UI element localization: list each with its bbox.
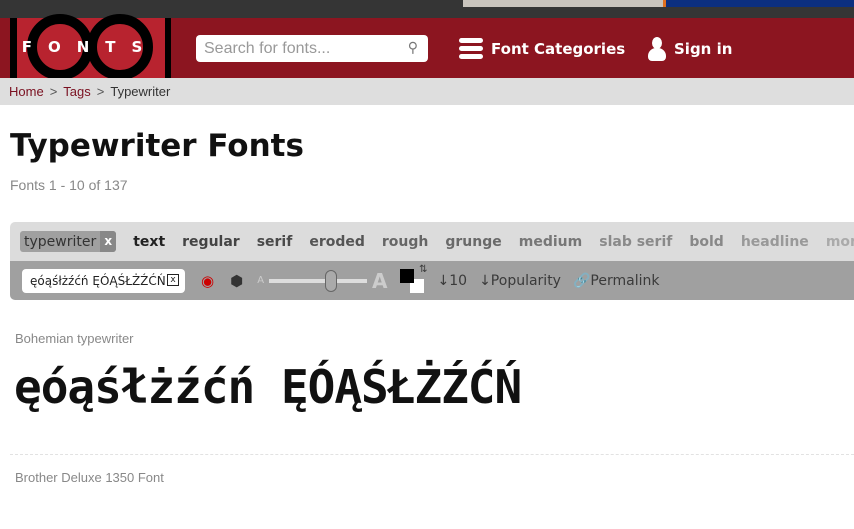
size-large-label: A xyxy=(372,268,388,293)
size-slider[interactable]: A A xyxy=(257,269,387,293)
search-icon[interactable]: ⚲ xyxy=(408,40,418,56)
font-categories-button[interactable]: Font Categories xyxy=(459,35,625,62)
font-name[interactable]: Brother Deluxe 1350 Font xyxy=(10,470,854,485)
tag-link[interactable]: headline xyxy=(741,234,809,250)
tag-icon[interactable]: ⬢ xyxy=(230,272,243,290)
tag-link[interactable]: regular xyxy=(182,234,240,250)
logo[interactable]: FONTS xyxy=(10,14,171,80)
ad-image[interactable] xyxy=(463,0,663,7)
breadcrumb-separator: > xyxy=(96,84,105,99)
breadcrumb-tags[interactable]: Tags xyxy=(63,84,90,99)
tag-link[interactable]: rough xyxy=(382,234,428,250)
results-per-page-button[interactable]: ↓10 xyxy=(438,273,468,289)
active-tag: typewriter x xyxy=(20,231,117,252)
font-categories-label: Font Categories xyxy=(491,39,626,58)
sample-text-value: ęóąśłżźćń ĘÓĄŚŁŻŹĆŃ xyxy=(30,273,166,288)
tag-link[interactable]: mono xyxy=(826,234,854,250)
breadcrumb-current: Typewriter xyxy=(110,84,171,99)
menu-icon xyxy=(459,38,483,59)
search-input[interactable] xyxy=(196,35,396,62)
breadcrumb-separator: > xyxy=(49,84,58,99)
breadcrumb: Home > Tags > Typewriter xyxy=(0,78,854,105)
results-count: Fonts 1 - 10 of 137 xyxy=(10,177,128,193)
sign-in-label: Sign in xyxy=(674,39,733,58)
tag-link[interactable]: slab serif xyxy=(599,234,672,250)
clear-text-button[interactable]: x xyxy=(167,273,179,286)
preview-toolbar: ęóąśłżźćń ĘÓĄŚŁŻŹĆŃ x ◉ ⬢ A A ⇅ ↓10 ↓Popu… xyxy=(10,261,854,300)
font-item: Brother Deluxe 1350 Font xyxy=(10,470,854,485)
active-tag-label: typewriter xyxy=(24,233,97,250)
size-small-label: A xyxy=(257,275,265,286)
divider xyxy=(10,454,854,455)
site-header: FONTS ⚲ Font Categories Sign in xyxy=(0,14,854,80)
page-title: Typewriter Fonts xyxy=(10,128,304,164)
user-icon xyxy=(648,36,666,61)
logo-text: FONTS xyxy=(21,38,159,56)
color-picker[interactable]: ⇅ xyxy=(398,264,428,295)
tag-link[interactable]: serif xyxy=(257,234,293,250)
tag-link[interactable]: grunge xyxy=(445,234,501,250)
swap-colors-icon[interactable]: ⇅ xyxy=(419,264,427,275)
font-name[interactable]: Bohemian typewriter xyxy=(10,331,854,346)
slider-handle[interactable] xyxy=(324,269,337,292)
font-preview[interactable]: ęóąśłżźćń ĘÓĄŚŁŻŹĆŃ xyxy=(10,360,854,414)
link-icon: 🔗 xyxy=(572,272,591,289)
permalink-label: Permalink xyxy=(590,272,660,289)
foreground-color-swatch[interactable] xyxy=(399,268,414,283)
sign-in-button[interactable]: Sign in xyxy=(648,35,732,62)
ad-banner[interactable] xyxy=(666,0,854,7)
remove-tag-button[interactable]: x xyxy=(100,231,117,252)
tag-link[interactable]: medium xyxy=(519,234,582,250)
tag-bar: typewriter x text regular serif eroded ro… xyxy=(10,222,854,261)
tag-link[interactable]: text xyxy=(133,234,165,250)
character-map-icon[interactable]: ◉ xyxy=(201,272,214,290)
breadcrumb-home[interactable]: Home xyxy=(9,84,44,99)
search-box: ⚲ xyxy=(196,35,428,62)
font-item: Bohemian typewriter ęóąśłżźćń ĘÓĄŚŁŻŹĆŃ xyxy=(10,331,854,414)
sample-text-input[interactable]: ęóąśłżźćń ĘÓĄŚŁŻŹĆŃ x xyxy=(22,268,185,293)
sort-button[interactable]: ↓Popularity xyxy=(479,273,561,289)
permalink-button[interactable]: 🔗Permalink xyxy=(573,273,659,289)
tag-link[interactable]: bold xyxy=(689,234,723,250)
tag-link[interactable]: eroded xyxy=(309,234,365,250)
